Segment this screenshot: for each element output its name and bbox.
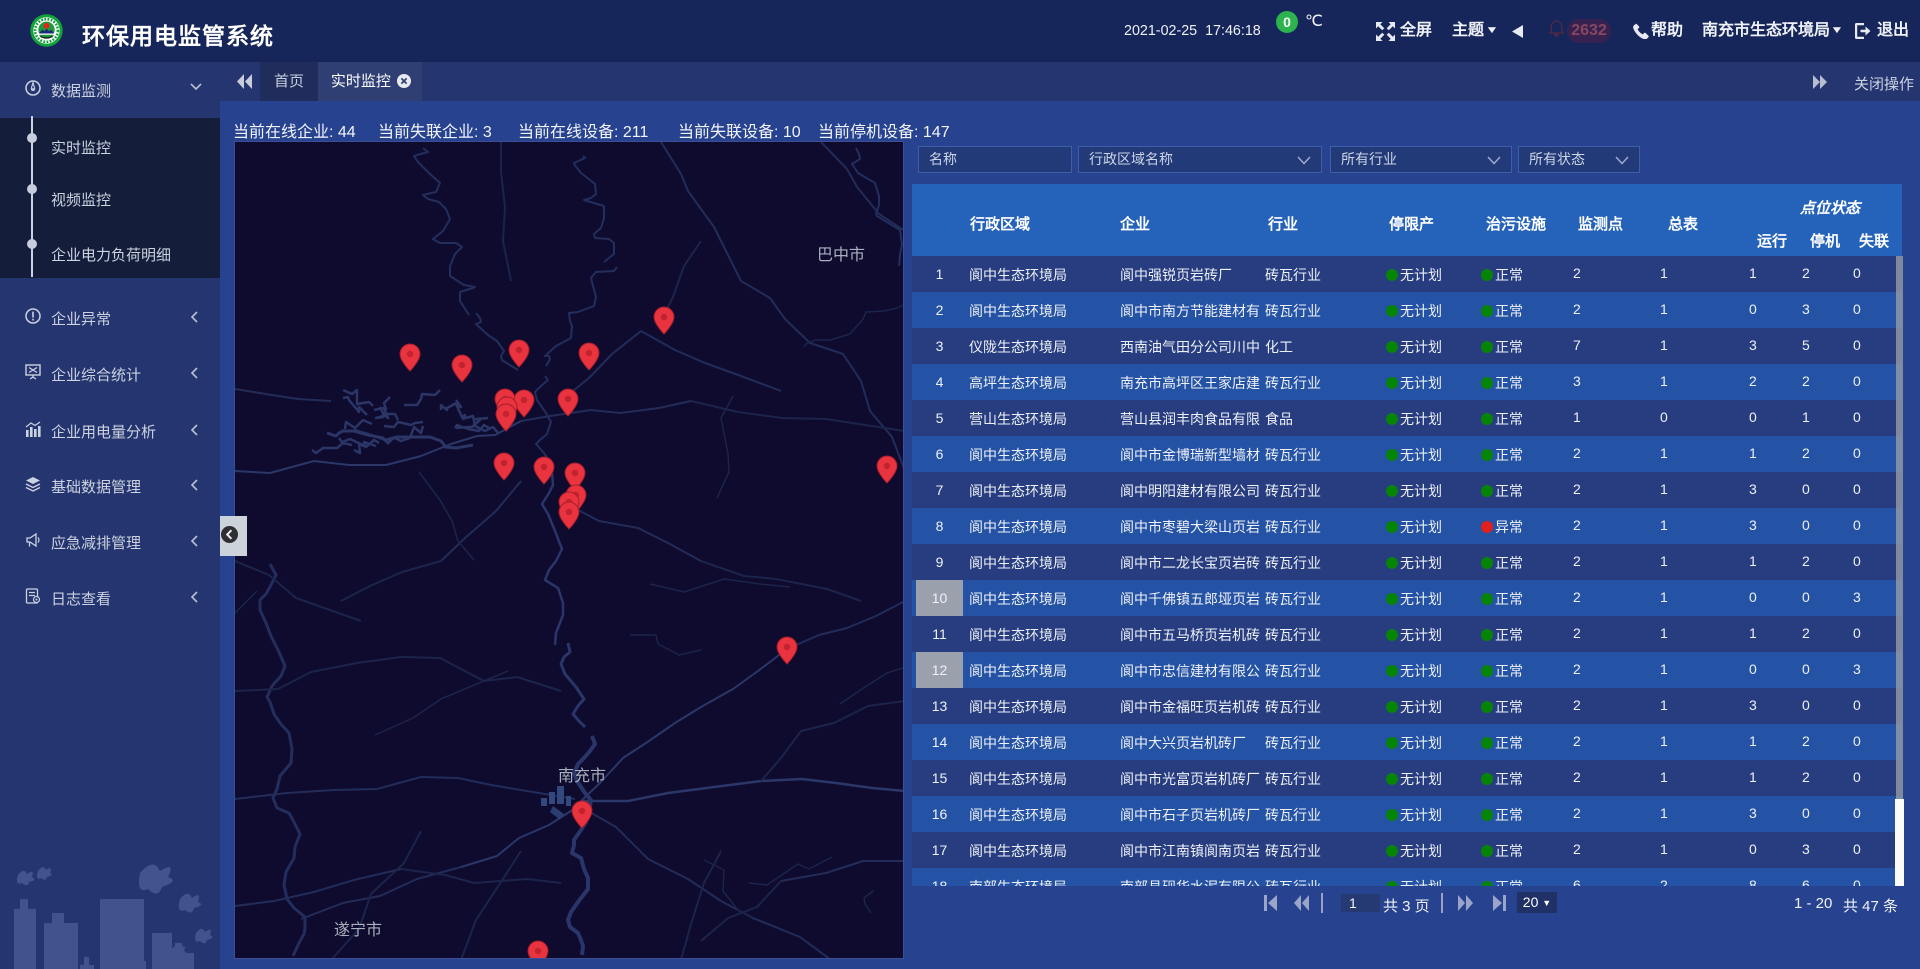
svg-text:南充市: 南充市 xyxy=(558,767,606,785)
svg-text:巴中市: 巴中市 xyxy=(817,246,865,264)
svg-text:遂宁市: 遂宁市 xyxy=(334,921,382,939)
